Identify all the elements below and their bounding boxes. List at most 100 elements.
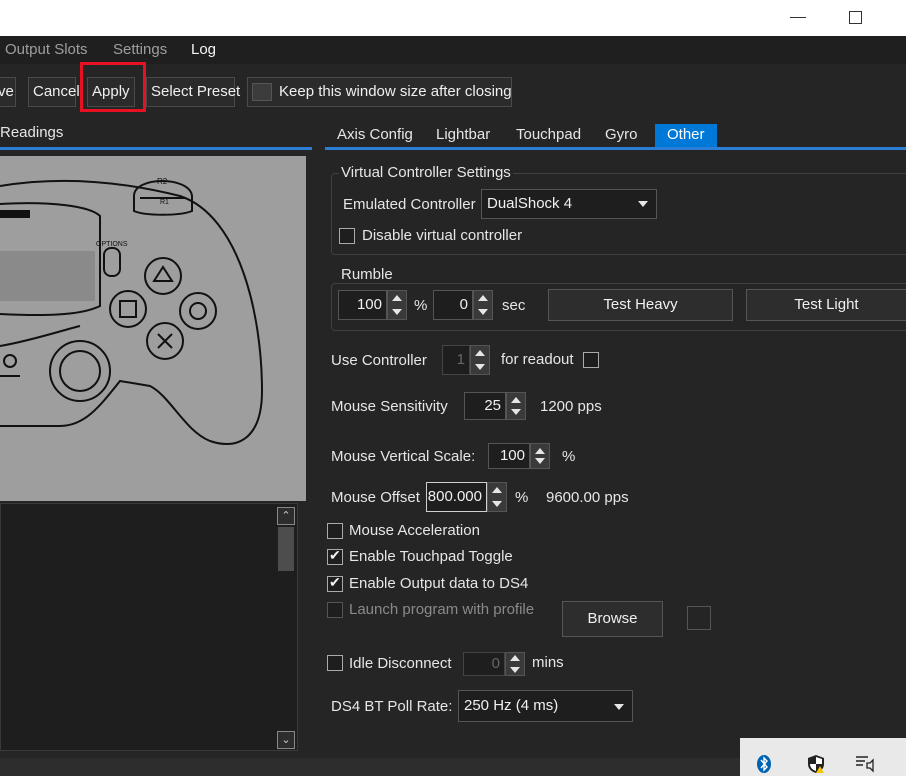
idle-disconnect-checkbox[interactable]	[327, 655, 343, 671]
test-light-button[interactable]: Test Light	[746, 289, 906, 321]
tab-touchpad[interactable]: Touchpad	[516, 124, 581, 148]
chevron-down-icon	[638, 201, 648, 207]
log-textarea[interactable]	[0, 503, 298, 751]
select-preset-button[interactable]: Select Preset	[146, 77, 240, 107]
arrow-down-icon[interactable]	[475, 364, 485, 370]
poll-rate-value: 250 Hz (4 ms)	[464, 697, 559, 714]
arrow-down-icon[interactable]	[392, 309, 402, 315]
enable-output-data-label: Enable Output data to DS4	[349, 575, 529, 592]
r1-label: R1	[160, 199, 169, 206]
cancel-button[interactable]: Cancel	[28, 77, 80, 107]
readings-title: Readings	[0, 124, 64, 141]
mouse-offset-stepper[interactable]	[487, 482, 507, 512]
poll-rate-label: DS4 BT Poll Rate:	[331, 698, 453, 715]
action-center-icon[interactable]	[854, 752, 876, 774]
title-bar	[0, 0, 906, 36]
tab-output-slots[interactable]: Output Slots	[5, 41, 88, 58]
browse-button[interactable]: Browse	[562, 601, 663, 637]
apply-highlight	[80, 62, 146, 112]
light-rumble-input[interactable]: 0	[433, 290, 473, 320]
mouse-offset-label: Mouse Offset	[331, 489, 420, 506]
arrow-up-icon[interactable]	[510, 655, 520, 661]
keep-window-size-toggle[interactable]: Keep this window size after closing	[247, 77, 512, 107]
use-controller-input[interactable]: 1	[442, 345, 470, 375]
idle-disconnect-input[interactable]: 0	[463, 652, 505, 676]
arrow-up-icon[interactable]	[475, 350, 485, 356]
disable-virtual-controller-checkbox[interactable]	[339, 228, 355, 244]
use-controller-label: Use Controller	[331, 352, 427, 369]
bluetooth-icon[interactable]	[756, 754, 772, 774]
tab-gyro[interactable]: Gyro	[605, 124, 638, 148]
mouse-sensitivity-pps: 1200 pps	[540, 398, 602, 415]
security-shield-icon[interactable]	[806, 754, 826, 774]
arrow-up-icon[interactable]	[511, 397, 521, 403]
tab-log[interactable]: Log	[191, 41, 216, 58]
mouse-offset-input[interactable]: 800.000	[426, 482, 487, 512]
poll-rate-select[interactable]: 250 Hz (4 ms)	[458, 690, 633, 722]
mouse-acceleration-label: Mouse Acceleration	[349, 522, 480, 539]
tab-lightbar[interactable]: Lightbar	[436, 124, 490, 148]
mouse-acceleration-checkbox[interactable]	[327, 523, 343, 539]
enable-touchpad-toggle-label: Enable Touchpad Toggle	[349, 548, 513, 565]
mouse-vertical-scale-stepper[interactable]	[530, 443, 550, 469]
heavy-rumble-stepper[interactable]	[387, 290, 407, 320]
arrow-down-icon[interactable]	[511, 409, 521, 415]
heavy-rumble-unit: %	[414, 297, 428, 314]
tab-settings[interactable]: Settings	[113, 41, 167, 58]
arrow-up-icon[interactable]	[478, 295, 488, 301]
enable-output-data-checkbox[interactable]	[327, 574, 343, 592]
emulated-controller-label: Emulated Controller	[343, 196, 476, 213]
arrow-down-icon[interactable]	[510, 667, 520, 673]
emulated-controller-select[interactable]: DualShock 4	[481, 189, 657, 219]
minimize-icon[interactable]	[790, 17, 806, 19]
enable-touchpad-toggle-checkbox[interactable]	[327, 547, 343, 565]
disable-virtual-controller-label: Disable virtual controller	[362, 227, 523, 244]
arrow-up-icon[interactable]	[535, 448, 545, 454]
test-heavy-button[interactable]: Test Heavy	[548, 289, 733, 321]
idle-disconnect-unit: mins	[532, 654, 564, 671]
launch-program-checkbox[interactable]	[327, 602, 343, 618]
tab-other[interactable]: Other	[655, 124, 717, 148]
arrow-down-icon[interactable]	[535, 458, 545, 464]
heavy-rumble-input[interactable]: 100	[338, 290, 387, 320]
launch-program-label: Launch program with profile	[349, 601, 535, 618]
scroll-up-icon[interactable]: ⌃	[277, 507, 295, 525]
mouse-sensitivity-stepper[interactable]	[506, 392, 526, 420]
options-label: OPTIONS	[96, 241, 128, 248]
virtual-controller-legend: Virtual Controller Settings	[339, 164, 513, 181]
mouse-sensitivity-label: Mouse Sensitivity	[331, 398, 448, 415]
readings-divider	[0, 147, 312, 150]
save-button[interactable]: ve	[0, 77, 16, 107]
toggle-switch-icon	[252, 83, 272, 101]
mouse-sensitivity-input[interactable]: 25	[464, 392, 506, 420]
mouse-vertical-scale-unit: %	[562, 448, 576, 465]
r2-label: R2	[157, 177, 168, 186]
arrow-down-icon[interactable]	[478, 309, 488, 315]
system-tray	[740, 738, 906, 776]
tab-axis-config[interactable]: Axis Config	[337, 124, 413, 148]
maximize-icon[interactable]	[849, 11, 862, 24]
tabs-divider	[325, 147, 906, 150]
use-controller-stepper[interactable]	[470, 345, 490, 375]
scroll-down-icon[interactable]: ⌄	[277, 731, 295, 749]
rumble-legend: Rumble	[339, 266, 395, 283]
mouse-vertical-scale-input[interactable]: 100	[488, 443, 530, 469]
program-icon-placeholder	[687, 606, 711, 630]
mouse-offset-pps: 9600.00 pps	[546, 489, 629, 506]
controller-drawing: R2 R1 OPTIONS	[0, 177, 264, 445]
for-readout-checkbox[interactable]	[583, 352, 599, 368]
emulated-controller-value: DualShock 4	[487, 195, 573, 212]
for-readout-label: for readout	[501, 351, 574, 368]
controller-image: R2 R1 OPTIONS	[0, 156, 306, 501]
light-rumble-unit: sec	[502, 297, 526, 314]
chevron-down-icon	[614, 704, 624, 710]
arrow-down-icon[interactable]	[492, 501, 502, 507]
idle-disconnect-stepper[interactable]	[505, 652, 525, 676]
idle-disconnect-label: Idle Disconnect	[349, 655, 452, 672]
light-rumble-stepper[interactable]	[473, 290, 493, 320]
menu-bar: Output Slots Settings Log	[0, 36, 906, 64]
arrow-up-icon[interactable]	[492, 487, 502, 493]
keep-window-size-label: Keep this window size after closing	[279, 83, 512, 100]
scrollbar-thumb[interactable]	[278, 527, 294, 571]
arrow-up-icon[interactable]	[392, 295, 402, 301]
